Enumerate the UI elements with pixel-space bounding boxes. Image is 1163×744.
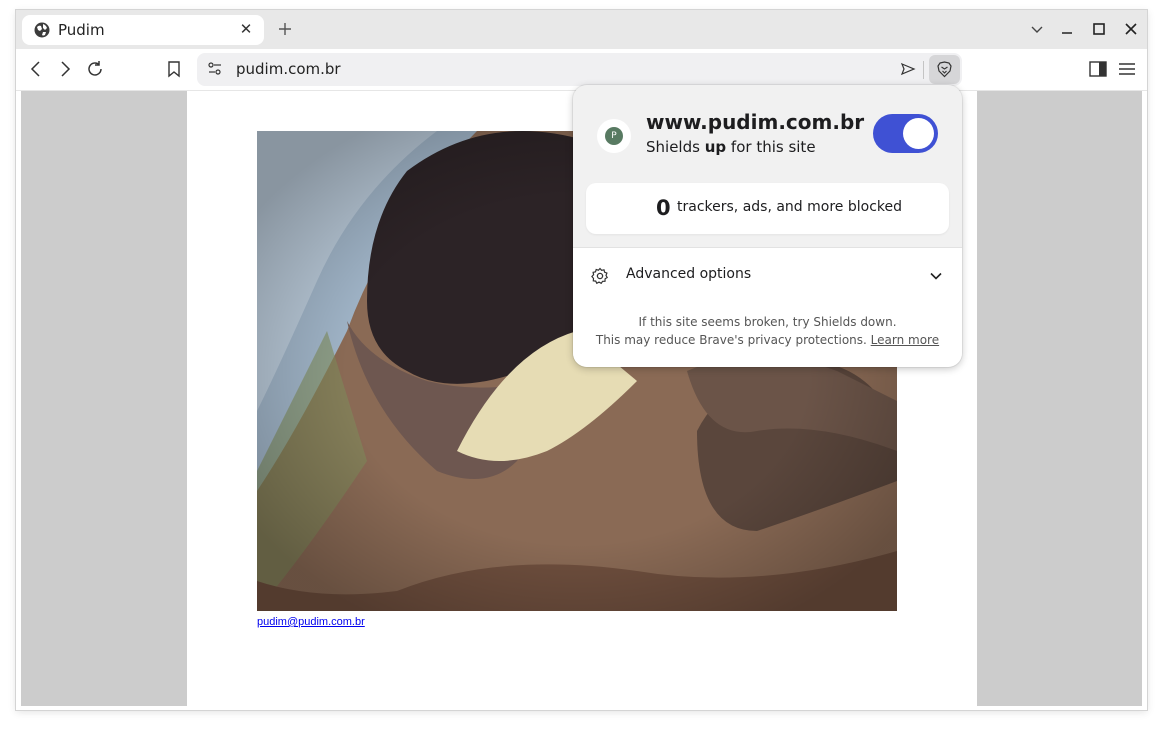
- tab-strip: Pudim ✕: [16, 10, 1147, 49]
- advanced-options-label: Advanced options: [626, 266, 752, 282]
- chevron-down-icon: [930, 272, 942, 280]
- site-avatar: P: [597, 119, 631, 153]
- maximize-button[interactable]: [1091, 21, 1107, 37]
- shields-toggle[interactable]: [873, 114, 938, 153]
- shields-footer: If this site seems broken, try Shields d…: [573, 302, 962, 367]
- gear-icon: [591, 267, 609, 285]
- forward-button[interactable]: [55, 59, 75, 79]
- site-settings-icon[interactable]: [207, 61, 223, 77]
- url-text[interactable]: pudim.com.br: [236, 60, 341, 78]
- window-close-button[interactable]: [1123, 21, 1139, 37]
- send-icon[interactable]: [900, 61, 916, 77]
- shields-panel: P www.pudim.com.br Shields up for this s…: [573, 85, 962, 367]
- new-tab-button[interactable]: [275, 19, 295, 39]
- site-avatar-letter: P: [605, 127, 623, 145]
- tab-title: Pudim: [58, 21, 105, 39]
- shields-status: Shields up for this site: [646, 138, 816, 156]
- brave-lion-icon: [937, 61, 952, 78]
- email-link[interactable]: pudim@pudim.com.br: [257, 616, 365, 628]
- tab-search-button[interactable]: [1029, 21, 1045, 37]
- blocked-label: trackers, ads, and more blocked: [677, 199, 903, 215]
- site-host: www.pudim.com.br: [646, 110, 865, 134]
- blocked-stats-card: 0 trackers, ads, and more blocked: [586, 183, 949, 234]
- tab-close-button[interactable]: ✕: [238, 21, 254, 37]
- shields-status-prefix: Shields: [646, 138, 700, 156]
- toolbar: pudim.com.br: [16, 49, 1147, 91]
- brave-shields-button[interactable]: [929, 55, 960, 84]
- minimize-button[interactable]: [1059, 21, 1075, 37]
- footer-privacy-text: This may reduce Brave's privacy protecti…: [573, 333, 962, 347]
- shields-status-suffix: for this site: [730, 138, 816, 156]
- back-button[interactable]: [26, 59, 46, 79]
- blocked-count: 0: [656, 196, 671, 220]
- footer-privacy-note: This may reduce Brave's privacy protecti…: [595, 333, 867, 347]
- address-bar[interactable]: pudim.com.br: [197, 53, 962, 86]
- shields-status-word: up: [704, 138, 727, 156]
- sidebar-toggle-button[interactable]: [1088, 59, 1108, 79]
- tab-pudim[interactable]: Pudim ✕: [22, 15, 264, 45]
- globe-icon: [34, 22, 50, 38]
- main-menu-button[interactable]: [1117, 59, 1137, 79]
- advanced-options-button[interactable]: Advanced options: [573, 247, 962, 303]
- footer-broken-site-text: If this site seems broken, try Shields d…: [638, 315, 897, 329]
- shields-toggle-knob: [903, 118, 934, 149]
- learn-more-link[interactable]: Learn more: [871, 333, 939, 347]
- bookmark-button[interactable]: [164, 59, 184, 79]
- reload-button[interactable]: [85, 59, 105, 79]
- address-bar-divider: [923, 61, 924, 79]
